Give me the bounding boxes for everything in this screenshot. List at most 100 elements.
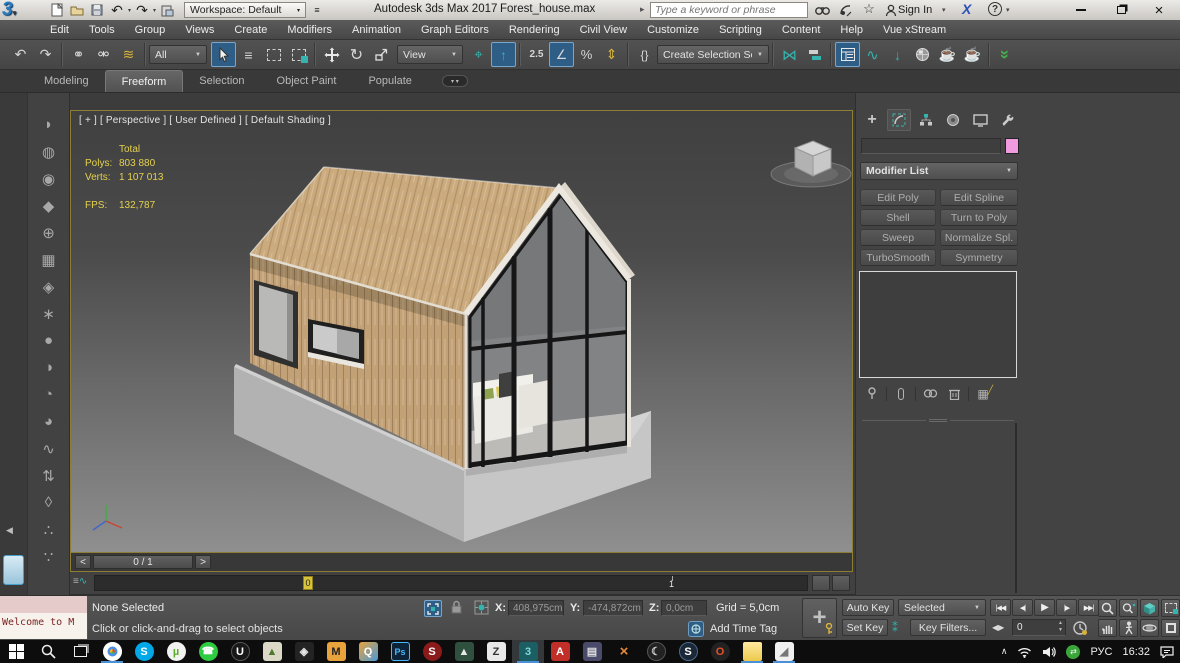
- percent-snap-icon[interactable]: %: [574, 42, 599, 67]
- motion-tab-icon[interactable]: [941, 109, 965, 131]
- viewport-menu-camera[interactable]: [ User Defined ]: [169, 115, 242, 126]
- previous-frame-button[interactable]: ◀|: [1012, 599, 1033, 616]
- close-button[interactable]: ×: [1144, 1, 1174, 19]
- select-and-scale-icon[interactable]: [369, 42, 394, 67]
- maximize-viewport-icon[interactable]: [1161, 619, 1180, 637]
- freeform-tool-icon[interactable]: ⊕: [36, 219, 62, 246]
- rectangular-selection-region-icon[interactable]: [261, 42, 286, 67]
- tray-action-center-icon[interactable]: [1160, 645, 1174, 658]
- 3ds-max-logo-icon[interactable]: 3▾: [2, 0, 42, 23]
- tray-sync-icon[interactable]: ⇄: [1066, 645, 1080, 659]
- utilities-tab-icon[interactable]: [995, 109, 1019, 131]
- docked-welcome-panel-icon[interactable]: [3, 555, 24, 585]
- redo-icon[interactable]: ↷: [133, 2, 151, 18]
- taskbar-marmoset-icon[interactable]: M: [320, 640, 352, 663]
- mirror-icon[interactable]: ⋈: [777, 42, 802, 67]
- bind-to-space-warp-icon[interactable]: ≋: [116, 42, 141, 67]
- freeform-tool-icon[interactable]: ∿: [36, 435, 62, 462]
- taskbar-video-editor-icon[interactable]: ▤: [576, 640, 608, 663]
- freeform-tool-icon[interactable]: ∴: [36, 516, 62, 543]
- help-dropdown-icon[interactable]: ▾: [1006, 6, 1010, 14]
- communication-center-icon[interactable]: [837, 2, 855, 18]
- key-step-arrows-icon[interactable]: ◀▶: [992, 623, 1004, 632]
- use-pivot-center-icon[interactable]: ⌖: [466, 42, 491, 67]
- panel-scrollbar[interactable]: [1015, 423, 1017, 593]
- task-view-icon[interactable]: [64, 640, 96, 663]
- taskbar-steam-icon[interactable]: S: [672, 640, 704, 663]
- create-tab-icon[interactable]: +: [860, 109, 884, 131]
- modifier-list-dropdown[interactable]: Modifier List▼: [860, 162, 1018, 180]
- menu-customize[interactable]: Customize: [637, 20, 709, 40]
- zoom-region-icon[interactable]: [1161, 599, 1180, 617]
- modifier-button-turbosmooth[interactable]: TurboSmooth: [860, 249, 936, 266]
- help-icon[interactable]: ?: [988, 2, 1002, 16]
- menu-graph-editors[interactable]: Graph Editors: [411, 20, 499, 40]
- tray-clock[interactable]: 16:32: [1122, 646, 1150, 658]
- maxscript-macro-recorder[interactable]: [0, 596, 88, 613]
- configure-modifier-sets-icon[interactable]: ▦╱: [973, 385, 993, 402]
- play-button[interactable]: ▶: [1034, 599, 1055, 616]
- perspective-viewport[interactable]: [ + ] [ Perspective ] [ User Defined ] […: [70, 110, 853, 553]
- redo-dropdown-icon[interactable]: ▾: [153, 7, 156, 14]
- pin-stack-icon[interactable]: [862, 385, 882, 402]
- select-by-name-icon[interactable]: ≡: [236, 42, 261, 67]
- y-coord-field[interactable]: -474,872cm: [583, 600, 643, 616]
- frame-spinner-icon[interactable]: ▲▼: [1058, 620, 1063, 634]
- modifier-button-normalize-spl[interactable]: Normalize Spl.: [940, 229, 1018, 246]
- menu-help[interactable]: Help: [830, 20, 873, 40]
- time-slider-handle[interactable]: 0 / 1: [93, 555, 193, 569]
- add-time-tag-label[interactable]: Add Time Tag: [710, 623, 777, 635]
- freeform-tool-icon[interactable]: ◔: [36, 381, 62, 408]
- remove-modifier-icon[interactable]: [944, 385, 964, 402]
- house-3d-model[interactable]: [181, 131, 681, 551]
- set-keys-button[interactable]: +: [802, 598, 837, 638]
- walk-through-icon[interactable]: [1119, 619, 1138, 637]
- save-file-icon[interactable]: [88, 2, 106, 18]
- taskbar-chrome-icon[interactable]: [96, 640, 128, 663]
- schematic-view-icon[interactable]: ↓: [885, 42, 910, 67]
- reference-coordinate-dropdown[interactable]: View▼: [397, 45, 463, 64]
- menu-scripting[interactable]: Scripting: [709, 20, 772, 40]
- taskbar-zbrush-icon[interactable]: Z: [480, 640, 512, 663]
- new-file-icon[interactable]: [48, 2, 66, 18]
- isolate-selection-icon[interactable]: [424, 600, 442, 617]
- display-tab-icon[interactable]: [968, 109, 992, 131]
- menu-rendering[interactable]: Rendering: [499, 20, 570, 40]
- key-mode-toggle-icon[interactable]: ⁑: [892, 621, 898, 635]
- auto-key-button[interactable]: Auto Key: [842, 599, 894, 616]
- taskbar-maya-icon[interactable]: ▲: [448, 640, 480, 663]
- time-slider-prev-button[interactable]: <: [75, 555, 91, 569]
- material-editor-icon[interactable]: [910, 42, 935, 67]
- select-and-rotate-icon[interactable]: ↻: [344, 42, 369, 67]
- render-production-icon[interactable]: ☕: [960, 42, 985, 67]
- freeform-tool-icon[interactable]: ◗: [36, 111, 62, 138]
- menu-create[interactable]: Create: [224, 20, 277, 40]
- orbit-icon[interactable]: [1140, 619, 1159, 637]
- time-tag-icon[interactable]: [688, 621, 704, 637]
- ribbon-display-dropdown-icon[interactable]: ▾ ▾: [442, 75, 468, 87]
- window-crossing-icon[interactable]: [286, 42, 311, 67]
- workspace-menu-icon[interactable]: ≡: [308, 2, 326, 18]
- taskbar-x-app-icon[interactable]: ×: [608, 640, 640, 663]
- maximize-button[interactable]: [1106, 1, 1136, 19]
- sign-in-dropdown-icon[interactable]: ▾: [942, 6, 946, 14]
- undo-dropdown-icon[interactable]: ▾: [128, 7, 131, 14]
- x-coord-field[interactable]: 408,975cm: [508, 600, 564, 616]
- taskbar-file-explorer-icon[interactable]: [736, 640, 768, 663]
- freeform-tool-icon[interactable]: ∗: [36, 300, 62, 327]
- menu-vue-xstream[interactable]: Vue xStream: [873, 20, 956, 40]
- edit-named-selections-icon[interactable]: {}: [632, 42, 657, 67]
- taskbar-unreal-icon[interactable]: U: [224, 640, 256, 663]
- favorites-star-icon[interactable]: ☆: [860, 1, 878, 17]
- key-mode-dropdown[interactable]: Selected▼: [898, 599, 986, 616]
- curve-editor-icon[interactable]: ∿: [860, 42, 885, 67]
- taskbar-photoshop-icon[interactable]: Ps: [384, 640, 416, 663]
- taskbar-search-icon[interactable]: [32, 640, 64, 663]
- next-frame-button[interactable]: |▶: [1056, 599, 1077, 616]
- zoom-icon[interactable]: [1098, 599, 1117, 617]
- freeform-tool-icon[interactable]: ⇅: [36, 462, 62, 489]
- tab-modeling[interactable]: Modeling: [28, 70, 105, 92]
- align-icon[interactable]: [802, 42, 827, 67]
- snaps-toggle-icon[interactable]: 2.5: [524, 42, 549, 67]
- z-coord-field[interactable]: 0,0cm: [661, 600, 707, 616]
